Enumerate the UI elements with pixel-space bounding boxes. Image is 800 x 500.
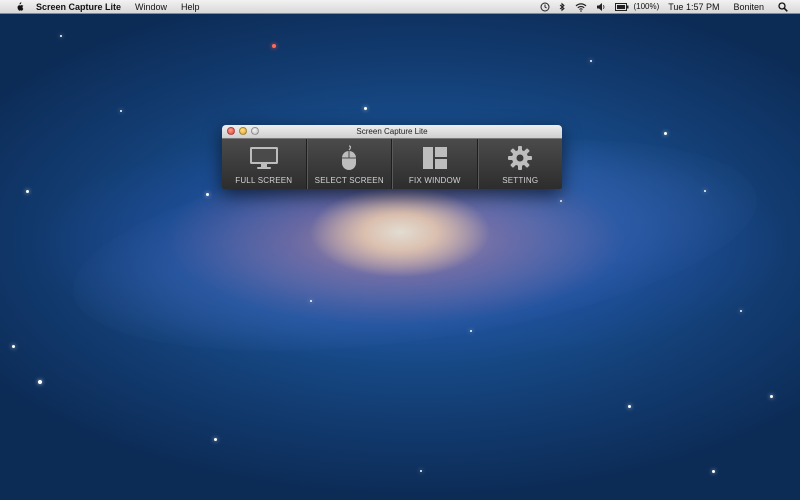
star	[364, 107, 367, 110]
menu-window[interactable]: Window	[135, 2, 167, 12]
close-button[interactable]	[227, 127, 235, 135]
select-screen-button[interactable]: SELECT SCREEN	[306, 139, 392, 189]
time-machine-icon[interactable]	[540, 2, 550, 12]
full-screen-label: FULL SCREEN	[235, 176, 293, 185]
star	[272, 44, 276, 48]
wifi-icon[interactable]	[575, 2, 587, 12]
window-titlebar[interactable]: Screen Capture Lite	[222, 125, 562, 139]
desktop-wallpaper: Screen Capture Lite Window Help (100%) T…	[0, 0, 800, 500]
star	[712, 470, 715, 473]
star	[704, 190, 706, 192]
star	[214, 438, 217, 441]
star	[12, 345, 15, 348]
menu-app-name[interactable]: Screen Capture Lite	[36, 2, 121, 12]
star	[60, 35, 62, 37]
battery-icon[interactable]	[615, 2, 629, 11]
search-icon[interactable]	[778, 1, 788, 12]
minimize-button[interactable]	[239, 127, 247, 135]
app-window: Screen Capture Lite FULL SCREEN SELECT S…	[222, 125, 562, 189]
menu-bar: Screen Capture Lite Window Help (100%) T…	[0, 0, 800, 14]
capture-toolbar: FULL SCREEN SELECT SCREEN FIX WINDOW SET…	[222, 139, 562, 189]
star	[740, 310, 742, 312]
fix-window-label: FIX WINDOW	[408, 176, 461, 185]
battery-percent: (100%)	[633, 2, 660, 11]
volume-icon[interactable]	[596, 2, 606, 12]
star	[26, 190, 29, 193]
apple-logo-icon[interactable]	[12, 1, 26, 12]
star	[664, 132, 667, 135]
star	[470, 330, 472, 332]
gear-icon	[507, 145, 533, 171]
clock[interactable]: Tue 1:57 PM	[668, 2, 719, 12]
setting-label: SETTING	[502, 176, 539, 185]
fix-window-button[interactable]: FIX WINDOW	[392, 139, 478, 189]
zoom-button[interactable]	[251, 127, 259, 135]
window-layout-icon	[422, 145, 448, 171]
star	[420, 470, 422, 472]
setting-button[interactable]: SETTING	[477, 139, 563, 189]
full-screen-button[interactable]: FULL SCREEN	[222, 139, 307, 189]
star	[628, 405, 631, 408]
select-screen-label: SELECT SCREEN	[314, 176, 384, 185]
star	[590, 60, 592, 62]
star	[310, 300, 312, 302]
menu-help[interactable]: Help	[181, 2, 200, 12]
window-title: Screen Capture Lite	[356, 127, 428, 136]
star	[206, 193, 209, 196]
monitor-icon	[249, 145, 279, 171]
bluetooth-icon[interactable]	[559, 2, 566, 12]
star	[770, 395, 773, 398]
star	[120, 110, 122, 112]
star	[560, 200, 562, 202]
mouse-icon	[339, 145, 359, 171]
user-name[interactable]: Boniten	[733, 2, 764, 12]
star	[38, 380, 42, 384]
